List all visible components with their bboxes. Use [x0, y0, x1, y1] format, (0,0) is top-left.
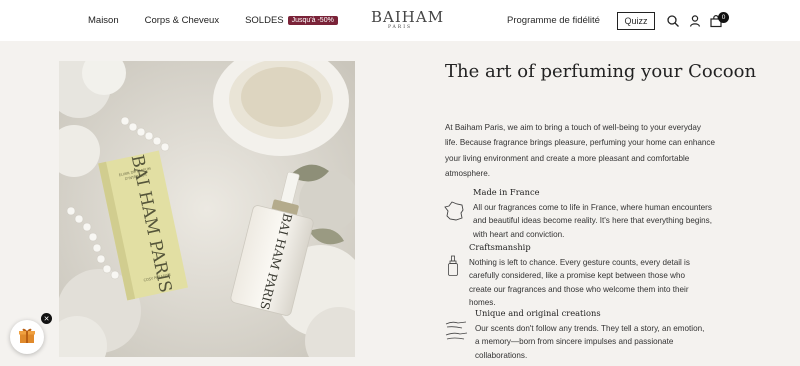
nav-item-maison[interactable]: Maison — [88, 15, 119, 26]
nav-item-soldes-label: SOLDES — [245, 15, 284, 26]
quiz-button[interactable]: Quizz — [617, 12, 655, 30]
creation-hand-icon — [444, 318, 470, 347]
gift-widget-button[interactable] — [10, 320, 44, 354]
feature-title-craftsmanship: Craftsmanship — [469, 242, 531, 252]
cart-count-badge: 0 — [718, 12, 729, 23]
intro-paragraph: At Baiham Paris, we aim to bring a touch… — [445, 123, 715, 178]
france-map-icon — [444, 201, 466, 226]
feature-text-unique-creations: Our scents don't follow any trends. They… — [475, 324, 705, 360]
feature-title-unique-creations: Unique and original creations — [475, 308, 601, 318]
sale-badge: Jusqu'à -50% — [287, 16, 338, 25]
search-icon[interactable] — [666, 14, 680, 28]
account-icon[interactable] — [688, 14, 702, 28]
brand-logo[interactable]: BAIHAM PARIS — [371, 8, 445, 31]
site-header: Maison Corps & Cheveux SOLDES Jusqu'à -50… — [0, 0, 800, 41]
perfume-bottle-icon — [447, 255, 459, 282]
section-title: The art of perfuming your Cocoon — [445, 61, 757, 82]
feature-text-craftsmanship: Nothing is left to chance. Every gesture… — [469, 258, 690, 307]
gift-icon — [18, 326, 36, 349]
feature-title-made-in-france: Made in France — [473, 187, 540, 197]
product-photo: ELIXIR DE PARFUM D'INTÉRIEUR BAI HAM PAR… — [59, 61, 355, 357]
gift-widget-close-button[interactable]: ✕ — [41, 313, 52, 324]
main-nav: Maison Corps & Cheveux SOLDES Jusqu'à -50… — [88, 15, 364, 26]
loyalty-program-link[interactable]: Programme de fidélité — [507, 15, 600, 26]
logo-wordmark: BAIHAM — [371, 8, 445, 26]
nav-item-soldes[interactable]: SOLDES Jusqu'à -50% — [245, 15, 338, 26]
nav-item-corps-cheveux[interactable]: Corps & Cheveux — [145, 15, 219, 26]
product-photo-illustration: ELIXIR DE PARFUM D'INTÉRIEUR BAI HAM PAR… — [59, 61, 355, 357]
feature-text-made-in-france: All our fragrances come to life in Franc… — [473, 203, 712, 239]
